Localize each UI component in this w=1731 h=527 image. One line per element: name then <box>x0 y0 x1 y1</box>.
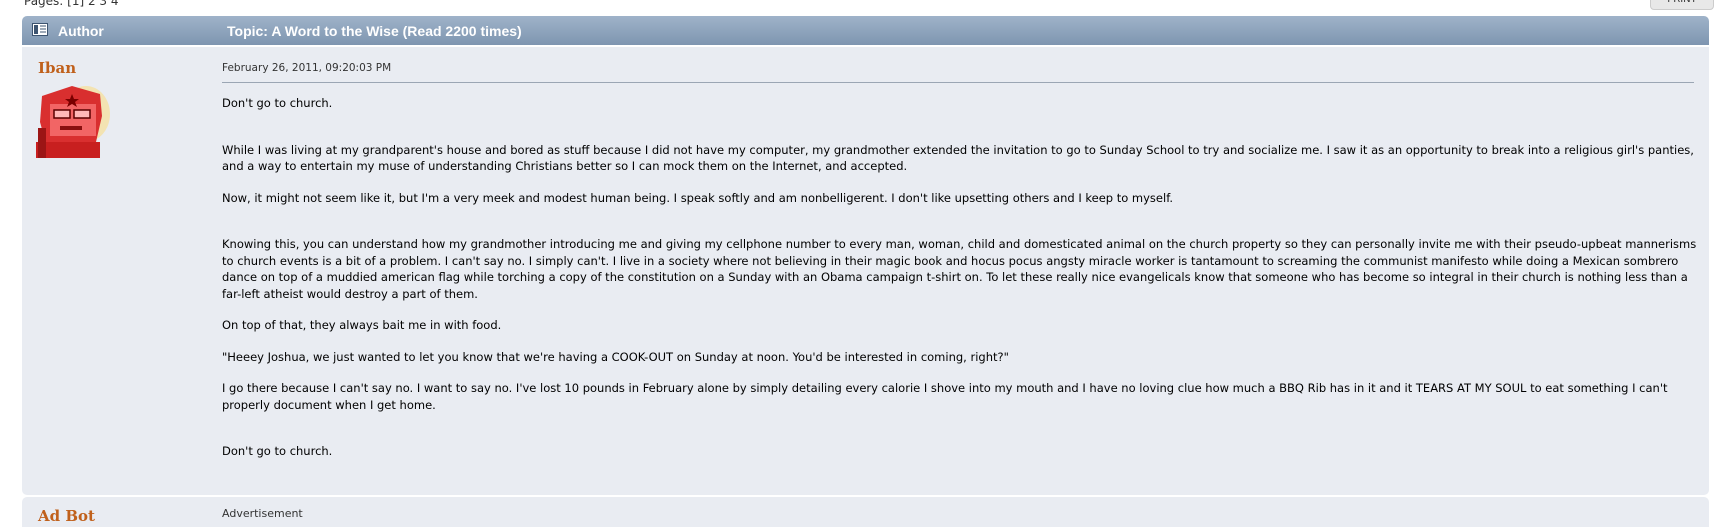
post-date: February 26, 2011, 09:20:03 PM <box>222 62 392 74</box>
post-paragraph: "Heeey Joshua, we just wanted to let you… <box>222 349 1009 364</box>
post-paragraph <box>222 428 1702 443</box>
topic-title: Topic: A Word to the Wise (Read 2200 tim… <box>227 23 522 39</box>
post-paragraph: Now, it might not seem like it, but I'm … <box>222 190 1174 205</box>
next-post: Ad Bot Advertisement <box>22 497 1709 527</box>
post-paragraph <box>222 127 1702 142</box>
print-button[interactable]: PRINT <box>1650 0 1714 10</box>
avatar <box>36 86 110 158</box>
topic-icon <box>32 23 48 36</box>
post-paragraph: On top of that, they always bait me in w… <box>222 318 502 332</box>
pagination[interactable]: Pages: [1] 2 3 4 <box>24 0 119 8</box>
post-paragraph: While I was living at my grandparent's h… <box>222 142 1694 174</box>
post-paragraph: Knowing this, you can understand how my … <box>222 237 1697 301</box>
post-body: Don't go to church. While I was living at… <box>222 95 1702 475</box>
post: Iban February 26, 2011, 09:20:03 PM Don'… <box>22 47 1709 495</box>
post-paragraph: Don't go to church. <box>222 96 333 110</box>
advertisement-label: Advertisement <box>222 507 303 520</box>
post-paragraph: Don't go to church. <box>222 444 333 458</box>
topic-header-bar: Author Topic: A Word to the Wise (Read 2… <box>22 16 1709 45</box>
post-divider <box>222 82 1694 83</box>
post-paragraph <box>222 221 1702 236</box>
poster-name[interactable]: Iban <box>38 59 76 77</box>
ad-bot-name: Ad Bot <box>38 507 95 525</box>
author-column-label: Author <box>58 23 104 39</box>
post-paragraph: I go there because I can't say no. I wan… <box>222 381 1668 412</box>
